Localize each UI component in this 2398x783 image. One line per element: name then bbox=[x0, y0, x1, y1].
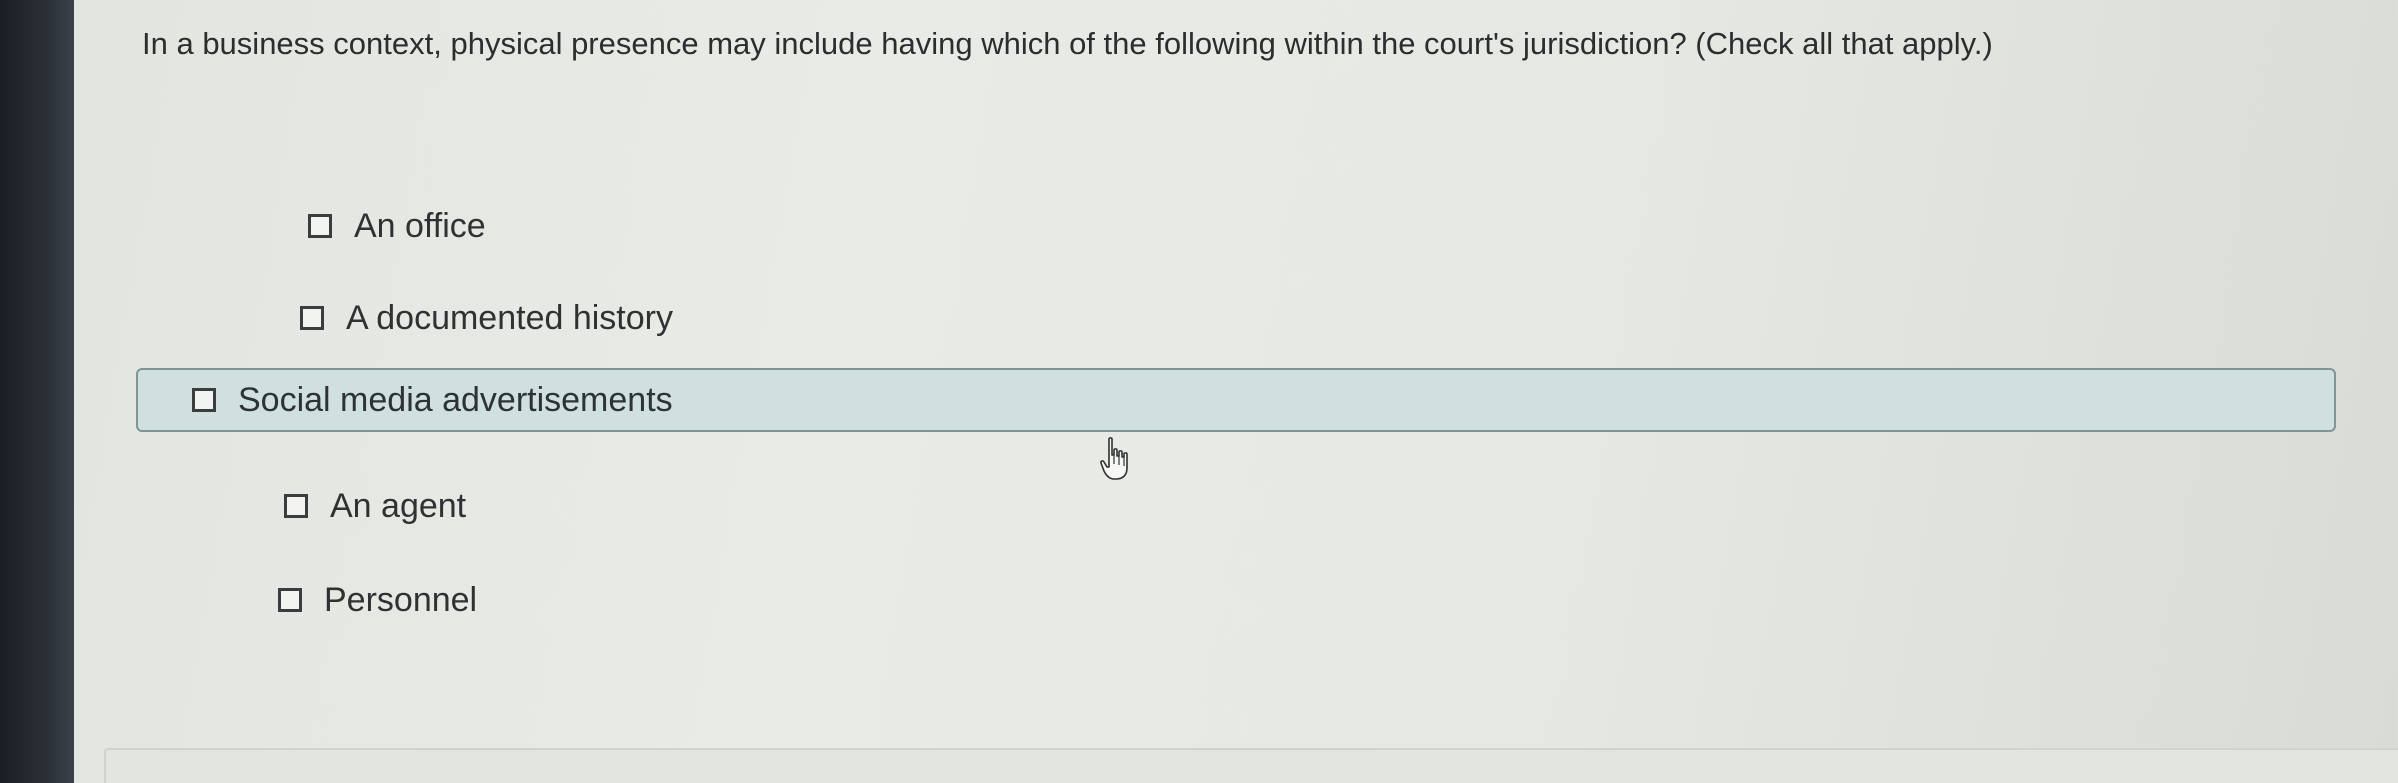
option-social-media-advertisements[interactable]: Social media advertisements bbox=[136, 368, 2336, 432]
option-label: A documented history bbox=[346, 298, 673, 337]
option-label: Personnel bbox=[324, 580, 478, 619]
option-personnel[interactable]: Personnel bbox=[278, 572, 477, 628]
option-a-documented-history[interactable]: A documented history bbox=[300, 290, 673, 346]
checkbox-personnel[interactable] bbox=[278, 588, 302, 612]
option-label: An office bbox=[354, 206, 486, 245]
checkbox-an-office[interactable] bbox=[308, 214, 332, 238]
question-area: In a business context, physical presence… bbox=[74, 0, 2398, 783]
option-label: An agent bbox=[330, 486, 467, 525]
checkbox-an-agent[interactable] bbox=[284, 494, 308, 518]
option-label: Social media advertisements bbox=[238, 380, 673, 419]
next-section-panel bbox=[104, 748, 2398, 783]
checkbox-social-media-advertisements[interactable] bbox=[192, 388, 216, 412]
hand-pointer-icon bbox=[1100, 437, 1128, 480]
checkbox-a-documented-history[interactable] bbox=[300, 306, 324, 330]
answer-options: An office A documented history Social me… bbox=[74, 0, 2398, 783]
screen-bezel bbox=[0, 0, 74, 783]
option-an-office[interactable]: An office bbox=[308, 198, 486, 254]
option-an-agent[interactable]: An agent bbox=[284, 478, 466, 534]
